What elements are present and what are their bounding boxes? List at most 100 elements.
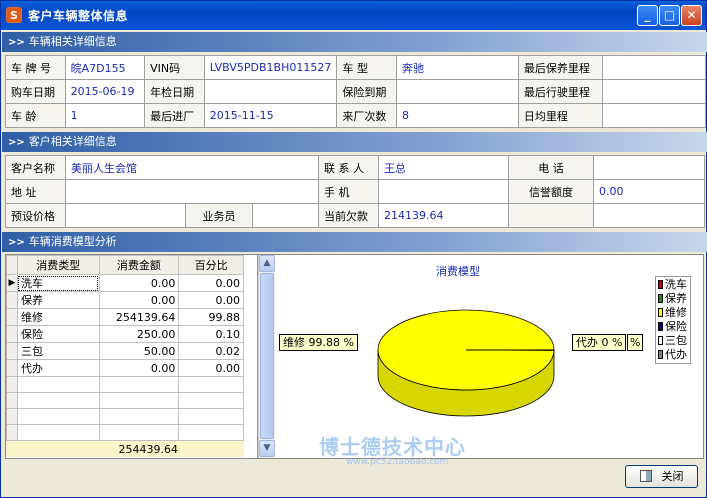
contact-value[interactable]: 王总 [378,155,509,180]
cell-percent[interactable]: 0.10 [178,325,244,343]
row-indicator[interactable] [6,291,18,309]
phone-value[interactable] [593,155,705,180]
credit-value[interactable]: 0.00 [593,179,705,204]
row-indicator[interactable] [6,325,18,343]
chevron-right-icon: >> [8,237,25,248]
last-service-km-value[interactable] [602,55,706,80]
table-row[interactable]: 保养 0.00 0.00 [6,291,244,309]
close-button[interactable]: 关闭 [625,465,698,488]
plate-value[interactable]: 皖A7D155 [64,55,146,80]
vehicle-section-header: >> 车辆相关详细信息 [2,32,707,52]
legend-item: 洗车 [658,278,688,292]
inspect-date-value[interactable] [203,79,338,104]
insurance-value[interactable] [395,79,519,104]
empty-cell [16,392,100,409]
cell-type[interactable]: 洗车 [16,274,100,292]
legend-item: 保养 [658,292,688,306]
legend-item: 保险 [658,320,688,334]
cell-percent[interactable]: 99.88 [178,308,244,326]
cell-amount[interactable]: 50.00 [98,342,180,360]
minimize-button[interactable]: _ [637,5,658,26]
table-row[interactable]: 保险 250.00 0.10 [6,325,244,343]
current-row-icon[interactable]: ▶ [6,274,18,292]
vertical-scrollbar[interactable]: ▲ ▼ [258,255,275,458]
cell-amount[interactable]: 0.00 [98,274,180,292]
row-indicator[interactable] [6,308,18,326]
customer-name-value[interactable]: 美丽人生会馆 [65,155,319,180]
legend-label: 保险 [665,320,687,333]
maximize-button[interactable]: □ [659,5,680,26]
scroll-down-icon[interactable]: ▼ [259,440,275,457]
cell-percent[interactable]: 0.02 [178,342,244,360]
empty-cell [6,392,18,409]
buy-date-value[interactable]: 2015-06-19 [64,79,146,104]
cell-amount[interactable]: 0.00 [98,359,180,377]
header-amount[interactable]: 消费金额 [98,255,180,275]
table-row[interactable]: 三包 50.00 0.02 [6,342,244,360]
cell-amount[interactable]: 254139.64 [98,308,180,326]
customer-info-grid: 客户名称 美丽人生会馆 联 系 人 王总 电 话 地 址 手 机 信誉额度 0.… [5,155,705,228]
empty-row [6,392,244,409]
daily-km-value[interactable] [602,103,706,128]
consumption-grid[interactable]: 消费类型 消费金额 百分比 ▶ 洗车 0.00 0.00 保养 0.00 0.00 维修 254… [6,255,258,458]
salesman-value[interactable] [252,203,319,228]
cell-type[interactable]: 代办 [16,359,100,377]
empty-cell [178,424,244,441]
last-km-value[interactable] [602,79,706,104]
empty-row [6,424,244,441]
legend-label: 保养 [665,292,687,305]
cell-percent[interactable]: 0.00 [178,359,244,377]
empty-cell [16,376,100,393]
chevron-right-icon: >> [8,37,25,48]
cell-type[interactable]: 保险 [16,325,100,343]
chart-label-percent: % [627,334,644,351]
legend-label: 三包 [665,334,687,347]
cell-type[interactable]: 维修 [16,308,100,326]
empty-cell [6,424,18,441]
vin-value[interactable]: LVBV5PDB1BH011527 [203,55,338,80]
preset-price-label: 预设价格 [5,203,66,228]
cell-amount[interactable]: 0.00 [98,291,180,309]
exit-icon [639,470,652,482]
table-row[interactable]: 维修 254139.64 99.88 [6,308,244,326]
contact-label: 联 系 人 [318,155,379,180]
scroll-thumb[interactable] [260,273,274,439]
close-window-button[interactable]: ✕ [681,5,702,26]
row-indicator[interactable] [6,342,18,360]
debt-label: 当前欠款 [318,203,379,228]
cell-percent[interactable]: 0.00 [178,291,244,309]
chart-label-agency: 代办 0 % [572,334,627,351]
age-value[interactable]: 1 [64,103,146,128]
mobile-value[interactable] [378,179,509,204]
debt-value[interactable]: 214139.64 [378,203,509,228]
address-value[interactable] [65,179,319,204]
table-row[interactable]: ▶ 洗车 0.00 0.00 [6,274,244,292]
empty-cell [98,392,180,409]
cell-percent[interactable]: 0.00 [178,274,244,292]
preset-price-value[interactable] [65,203,186,228]
scroll-up-icon[interactable]: ▲ [259,255,275,272]
age-label: 车 龄 [5,103,66,128]
legend-swatch [658,308,663,317]
legend-label: 洗车 [665,278,687,291]
chart-label-repair: 维修 99.88 % [279,334,358,351]
model-value[interactable]: 奔驰 [395,55,519,80]
watermark-url: www.pc52.taobao.com [346,457,449,467]
legend-swatch [658,336,663,345]
title-bar[interactable]: S 客户车辆整体信息 _ □ ✕ [1,1,706,30]
visits-label: 来厂次数 [336,103,397,128]
empty-cell [6,408,18,425]
cell-type[interactable]: 保养 [16,291,100,309]
visits-value[interactable]: 8 [395,103,519,128]
header-type[interactable]: 消费类型 [16,255,100,275]
cell-type[interactable]: 三包 [16,342,100,360]
legend-swatch [658,294,663,303]
row-indicator[interactable] [6,359,18,377]
last-visit-value[interactable]: 2015-11-15 [203,103,338,128]
cell-amount[interactable]: 250.00 [98,325,180,343]
customer-section-title: 客户相关详细信息 [28,135,117,148]
model-label: 车 型 [336,55,397,80]
plate-label: 车 牌 号 [5,55,66,80]
table-row[interactable]: 代办 0.00 0.00 [6,359,244,377]
header-percent[interactable]: 百分比 [178,255,244,275]
